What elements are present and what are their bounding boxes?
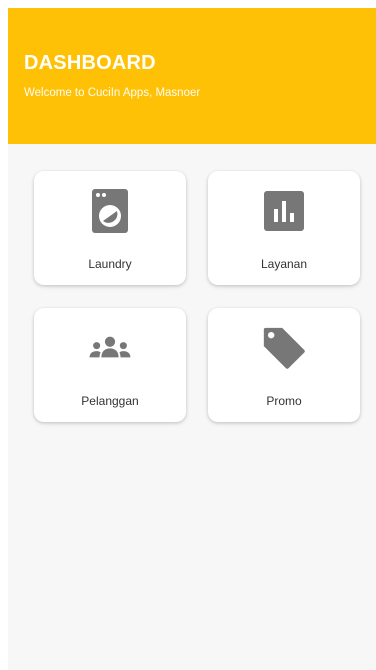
laundry-label: Laundry	[88, 257, 132, 271]
group-people-icon	[88, 324, 132, 372]
dashboard-header: DASHBOARD Welcome to CuciIn Apps, Masnoe…	[8, 8, 376, 144]
pelanggan-menu-card[interactable]: Pelanggan	[34, 308, 186, 422]
pelanggan-label: Pelanggan	[81, 394, 139, 408]
app-screen: DASHBOARD Welcome to CuciIn Apps, Masnoe…	[8, 8, 376, 670]
layanan-label: Layanan	[260, 257, 308, 271]
tag-icon	[262, 324, 306, 372]
bar-chart-icon	[262, 187, 306, 235]
washing-machine-icon	[88, 187, 132, 235]
layanan-menu-card[interactable]: Layanan	[208, 171, 360, 285]
welcome-text: Welcome to CuciIn Apps, Masnoer	[24, 87, 201, 99]
laundry-menu-card[interactable]: Laundry	[34, 171, 186, 285]
page-title: DASHBOARD	[24, 52, 156, 74]
promo-label: Promo	[266, 394, 302, 408]
promo-menu-card[interactable]: Promo	[208, 308, 360, 422]
